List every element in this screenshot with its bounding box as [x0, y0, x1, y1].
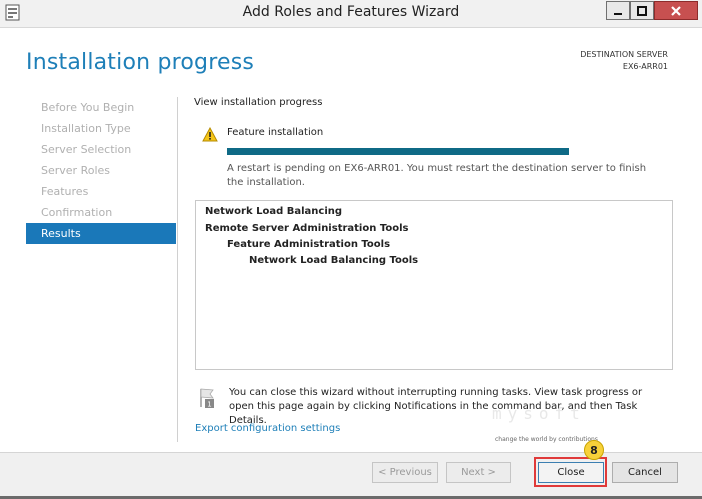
warning-icon: [202, 127, 218, 142]
step-number-badge: 8: [584, 440, 604, 460]
nav-item-server-selection[interactable]: Server Selection: [26, 139, 176, 160]
wizard-window: Add Roles and Features Wizard Installati…: [0, 0, 702, 499]
notification-flag-icon: 1: [200, 388, 214, 409]
watermark-logo: mysoft: [492, 404, 586, 423]
result-item: Feature Administration Tools: [227, 239, 391, 250]
nav-item-results[interactable]: Results: [26, 223, 176, 244]
nav-item-features[interactable]: Features: [26, 181, 176, 202]
result-item: Network Load Balancing Tools: [249, 255, 419, 266]
title-bar[interactable]: Add Roles and Features Wizard: [0, 0, 702, 28]
close-icon: [671, 5, 681, 16]
section-label: View installation progress: [194, 97, 323, 108]
nav-item-confirmation[interactable]: Confirmation: [26, 202, 176, 223]
close-button[interactable]: Close: [538, 462, 604, 483]
installation-progress-bar: [227, 148, 569, 155]
watermark-tagline: change the world by contributions: [495, 436, 598, 443]
feature-installation-label: Feature installation: [227, 127, 324, 138]
result-item: Remote Server Administration Tools: [205, 223, 409, 234]
page-title: Installation progress: [26, 50, 255, 75]
previous-button[interactable]: < Previous: [372, 462, 438, 483]
destination-server-name: EX6-ARR01: [622, 62, 668, 71]
progress-fill: [227, 148, 569, 155]
close-window-button[interactable]: [654, 1, 698, 20]
minimize-icon: [614, 12, 622, 15]
result-item: Network Load Balancing: [205, 206, 343, 217]
restart-message: A restart is pending on EX6-ARR01. You m…: [227, 163, 647, 188]
nav-item-installation-type[interactable]: Installation Type: [26, 118, 176, 139]
results-list[interactable]: Network Load Balancing Remote Server Adm…: [195, 200, 673, 370]
nav-divider: [177, 97, 178, 442]
maximize-icon: [637, 5, 647, 16]
next-button[interactable]: Next >: [446, 462, 511, 483]
nav-item-server-roles[interactable]: Server Roles: [26, 160, 176, 181]
export-configuration-link[interactable]: Export configuration settings: [195, 423, 340, 434]
wizard-nav: Before You Begin Installation Type Serve…: [26, 97, 176, 244]
minimize-button[interactable]: [606, 1, 630, 20]
cancel-button[interactable]: Cancel: [612, 462, 678, 483]
nav-item-before-you-begin[interactable]: Before You Begin: [26, 97, 176, 118]
destination-server-label: DESTINATION SERVER: [580, 50, 668, 59]
window-title: Add Roles and Features Wizard: [242, 4, 460, 20]
close-wizard-note: You can close this wizard without interr…: [229, 387, 643, 426]
maximize-button[interactable]: [630, 1, 654, 20]
svg-text:1: 1: [207, 401, 211, 409]
